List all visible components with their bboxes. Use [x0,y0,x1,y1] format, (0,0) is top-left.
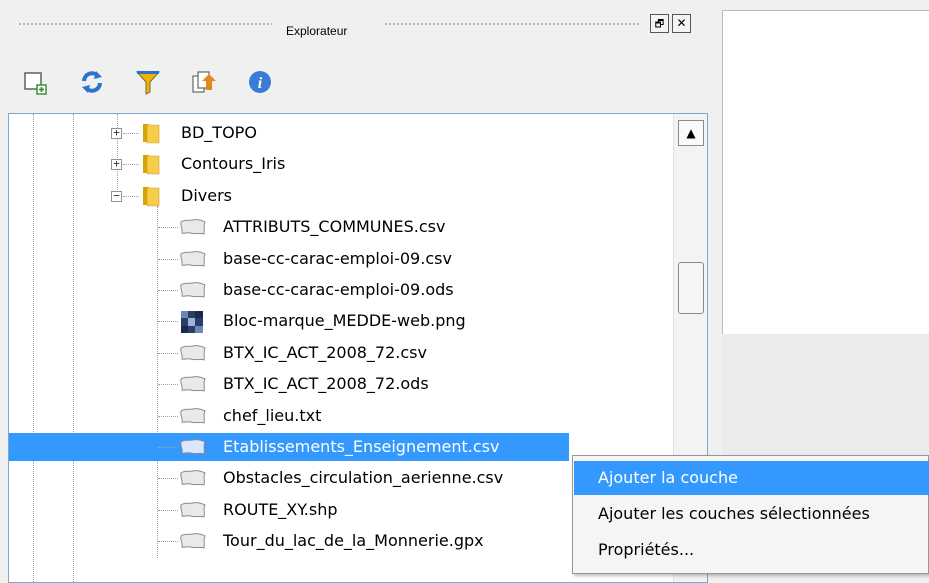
tree-file-label: chef_lieu.txt [223,405,322,425]
expand-icon[interactable]: + [111,127,122,139]
menu-item-label: Ajouter les couches sélectionnées [598,504,870,523]
context-menu: Ajouter la couche Ajouter les couches sél… [572,455,929,574]
info-button[interactable]: i [246,68,274,96]
refresh-icon [82,71,102,93]
vector-layer-icon [180,407,206,424]
vector-layer-icon [180,470,206,487]
tree-file-row[interactable]: base-cc-carac-emploi-09.csv [9,244,669,274]
tree-file-label: ATTRIBUTS_COMMUNES.csv [223,217,446,237]
tree-connector [123,195,139,197]
vector-layer-icon [180,219,206,235]
refresh-button[interactable] [78,68,106,96]
tree-file-row[interactable]: base-cc-carac-emploi-09.ods [9,275,669,305]
tree-connector [158,321,178,323]
close-icon: ✕ [676,16,687,30]
tree-file-label: Tour_du_lac_de_la_Monnerie.gpx [223,531,484,551]
svg-text:i: i [258,75,263,92]
vector-layer-icon [180,501,206,518]
tree-connector [158,352,178,354]
tree-folder-label: BD_TOPO [181,123,257,142]
close-button[interactable]: ✕ [672,14,691,33]
collapse-all-button[interactable] [190,68,218,96]
dock-titlebar[interactable]: Explorateur 🗗 ✕ [0,0,716,44]
filter-icon [135,71,161,95]
tree-folder-row[interactable]: + BD_TOPO [9,118,669,148]
tree-file-row[interactable]: ATTRIBUTS_COMMUNES.csv [9,212,669,242]
tree-connector [158,509,178,511]
vector-layer-icon [180,439,206,455]
tree-file-label: ROUTE_XY.shp [223,499,338,519]
dock-grip-left[interactable] [18,22,272,26]
tree-file-label: Etablissements_Enseignement.csv [223,437,500,456]
tree-connector [158,384,178,386]
browser-toolbar: i [0,60,716,100]
tree-connector [123,133,139,134]
tree-folder-row[interactable]: − Divers [9,181,669,211]
tree-file-row[interactable]: chef_lieu.txt [9,401,669,431]
tree-connector [123,164,139,166]
tree-folder-label: Divers [181,185,232,205]
folder-icon [143,186,160,207]
filter-button[interactable] [134,68,162,96]
tree-file-row[interactable]: Obstacles_circulation_aerienne.csv [9,463,669,493]
tree-file-label: Bloc-marque_MEDDE-web.png [223,311,466,331]
menu-item-label: Propriétés... [598,540,695,559]
menu-item-label: Ajouter la couche [598,468,738,487]
vector-layer-icon [180,250,206,267]
tree-folder-row[interactable]: + Contours_Iris [9,149,669,179]
collapse-icon[interactable]: − [111,190,122,202]
float-icon: 🗗 [654,19,665,30]
info-icon: i [249,71,271,93]
tree-connector [158,415,178,417]
scroll-thumb[interactable] [678,262,704,314]
tree-file-label: BTX_IC_ACT_2008_72.ods [223,374,429,394]
tree-connector [158,447,178,448]
tree-folder-label: Contours_Iris [181,154,286,174]
tree-file-label: base-cc-carac-emploi-09.csv [223,248,452,268]
map-canvas[interactable] [722,10,929,335]
tree-connector [158,258,178,260]
dock-title: Explorateur [286,24,348,38]
menu-item-add-layer[interactable]: Ajouter la couche [574,461,929,495]
tree-connector [158,478,178,480]
tree-file-row[interactable]: Bloc-marque_MEDDE-web.png [9,306,669,336]
vector-layer-icon [180,282,206,298]
folder-icon [143,124,160,144]
add-layer-button[interactable] [22,68,50,96]
float-button[interactable]: 🗗 [650,14,669,33]
tree-file-label: BTX_IC_ACT_2008_72.csv [223,342,427,362]
tree-file-row[interactable]: BTX_IC_ACT_2008_72.csv [9,338,669,368]
tree-file-row[interactable]: BTX_IC_ACT_2008_72.ods [9,369,669,399]
tree-file-row[interactable]: Tour_du_lac_de_la_Monnerie.gpx [9,526,669,556]
up-arrow-icon: ▲ [686,126,696,140]
collapse-all-icon [192,71,216,93]
tree-connector [158,541,178,543]
vector-layer-icon [180,376,206,392]
scroll-up-button[interactable]: ▲ [678,120,704,146]
dock-grip-right[interactable] [384,22,640,26]
expand-icon[interactable]: + [111,158,122,171]
vector-layer-icon [180,344,206,361]
raster-layer-icon [181,311,203,334]
menu-item-add-selected-layers[interactable]: Ajouter les couches sélectionnées [574,497,929,531]
tree-file-row-selected[interactable]: Etablissements_Enseignement.csv [9,432,669,462]
add-layer-icon [24,72,47,95]
tree-connector [158,227,178,229]
folder-icon [143,155,160,175]
tree-file-row[interactable]: ROUTE_XY.shp [9,495,669,525]
menu-item-properties[interactable]: Propriétés... [574,533,929,567]
tree-file-label: Obstacles_circulation_aerienne.csv [223,468,504,488]
tree-connector [158,290,178,291]
vector-layer-icon [180,533,206,549]
tree-file-label: base-cc-carac-emploi-09.ods [223,280,454,299]
